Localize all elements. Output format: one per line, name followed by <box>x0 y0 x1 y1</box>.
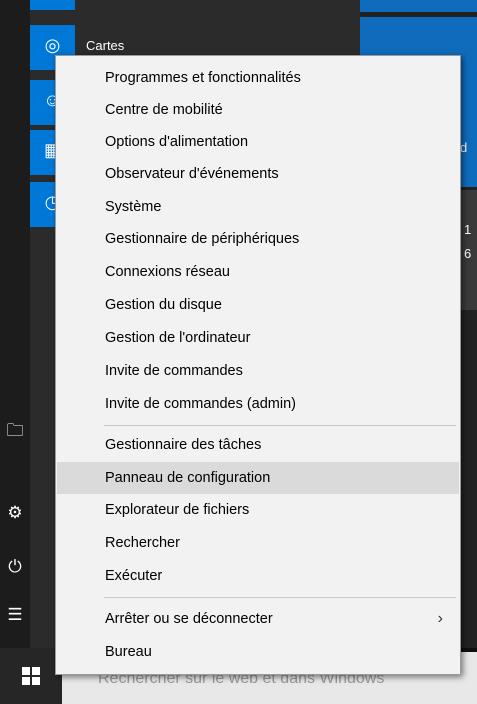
menu-item-gestionnaire-taches[interactable]: Gestionnaire des tâches <box>57 429 459 461</box>
settings-gear-icon[interactable]: ⚙ <box>0 498 30 528</box>
menu-item-arreter-label: Arrêter ou se déconnecter <box>105 611 273 627</box>
menu-item-gestion-ordinateur[interactable]: Gestion de l'ordinateur <box>57 322 459 354</box>
menu-separator <box>104 425 456 426</box>
menu-item-connexions-reseau[interactable]: Connexions réseau <box>57 256 459 288</box>
app-tile-top[interactable] <box>30 0 75 10</box>
menu-item-gestion-disque[interactable]: Gestion du disque <box>57 289 459 321</box>
menu-item-panneau-configuration[interactable]: Panneau de configuration <box>57 462 459 494</box>
menu-item-centre-mobilite[interactable]: Centre de mobilité <box>57 94 459 126</box>
power-icon[interactable]: ⏻ <box>0 552 30 582</box>
start-button[interactable] <box>0 648 62 704</box>
menu-item-programmes[interactable]: Programmes et fonctionnalités <box>57 62 459 94</box>
menu-item-explorateur-fichiers[interactable]: Explorateur de fichiers <box>57 494 459 526</box>
start-left-rail: 🗀 ⚙ ⏻ ☰ <box>0 0 30 704</box>
menu-item-gestionnaire-peripheriques[interactable]: Gestionnaire de périphériques <box>57 223 459 255</box>
app-label-cartes[interactable]: Cartes <box>86 38 124 53</box>
menu-separator <box>104 597 456 598</box>
menu-item-invite-commandes-admin[interactable]: Invite de commandes (admin) <box>57 388 459 420</box>
menu-item-observateur[interactable]: Observateur d'événements <box>57 158 459 190</box>
menu-item-rechercher[interactable]: Rechercher <box>57 527 459 559</box>
tile-partial-text-2: 1 <box>464 222 472 237</box>
menu-item-options-alimentation[interactable]: Options d'alimentation <box>57 126 459 158</box>
chevron-right-icon: › <box>437 610 443 627</box>
tile-partial-text-3: 6 <box>464 246 472 261</box>
tile-partial-text: d <box>460 140 468 155</box>
menu-item-arreter[interactable]: Arrêter ou se déconnecter › <box>57 603 459 635</box>
menu-item-systeme[interactable]: Système <box>57 191 459 223</box>
all-apps-list-icon[interactable]: ☰ <box>0 600 30 630</box>
menu-item-executer[interactable]: Exécuter <box>57 560 459 592</box>
tile-top[interactable] <box>360 0 477 12</box>
windows-logo-icon <box>22 667 40 685</box>
menu-item-invite-commandes[interactable]: Invite de commandes <box>57 355 459 387</box>
menu-item-bureau[interactable]: Bureau <box>57 636 459 668</box>
power-user-context-menu: Programmes et fonctionnalités Centre de … <box>55 55 461 675</box>
file-explorer-icon[interactable]: 🗀 <box>0 417 30 447</box>
